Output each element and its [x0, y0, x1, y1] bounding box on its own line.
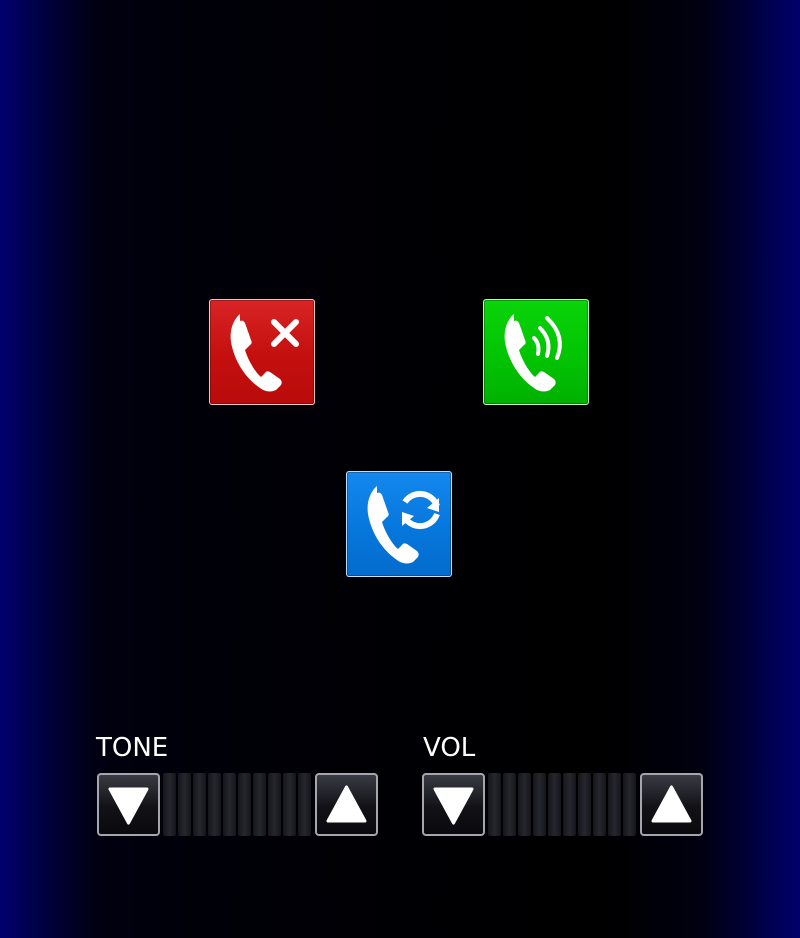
level-segment — [578, 773, 591, 836]
level-segment — [238, 773, 251, 836]
tone-label: TONE — [96, 733, 169, 763]
level-segment — [503, 773, 516, 836]
reject-call-button[interactable] — [209, 299, 315, 405]
triangle-down-icon — [108, 787, 149, 825]
level-segment — [488, 773, 501, 836]
triangle-up-icon — [326, 785, 367, 823]
tone-up-button[interactable] — [315, 773, 378, 836]
call-control-screen: TONE VOL — [0, 0, 800, 938]
level-segment — [608, 773, 621, 836]
vol-label: VOL — [423, 733, 476, 763]
phone-answer-icon — [504, 314, 562, 392]
level-segment — [298, 773, 311, 836]
swap-call-button[interactable] — [346, 471, 452, 577]
level-segment — [163, 773, 176, 836]
tone-down-button[interactable] — [97, 773, 160, 836]
level-segment — [178, 773, 191, 836]
level-segment — [208, 773, 221, 836]
level-segment — [283, 773, 296, 836]
level-segment — [193, 773, 206, 836]
level-segment — [268, 773, 281, 836]
level-segment — [223, 773, 236, 836]
triangle-up-icon — [651, 785, 692, 823]
vol-down-button[interactable] — [422, 773, 485, 836]
level-segment — [623, 773, 636, 836]
phone-reject-icon — [230, 314, 299, 392]
level-segment — [533, 773, 546, 836]
vol-up-button[interactable] — [640, 773, 703, 836]
vol-level-track[interactable] — [488, 773, 638, 836]
level-segment — [563, 773, 576, 836]
triangle-down-icon — [433, 787, 474, 825]
answer-call-button[interactable] — [483, 299, 589, 405]
level-segment — [548, 773, 561, 836]
tone-level-track[interactable] — [163, 773, 313, 836]
level-segment — [253, 773, 266, 836]
level-segment — [593, 773, 606, 836]
phone-swap-icon — [367, 486, 440, 564]
level-segment — [518, 773, 531, 836]
